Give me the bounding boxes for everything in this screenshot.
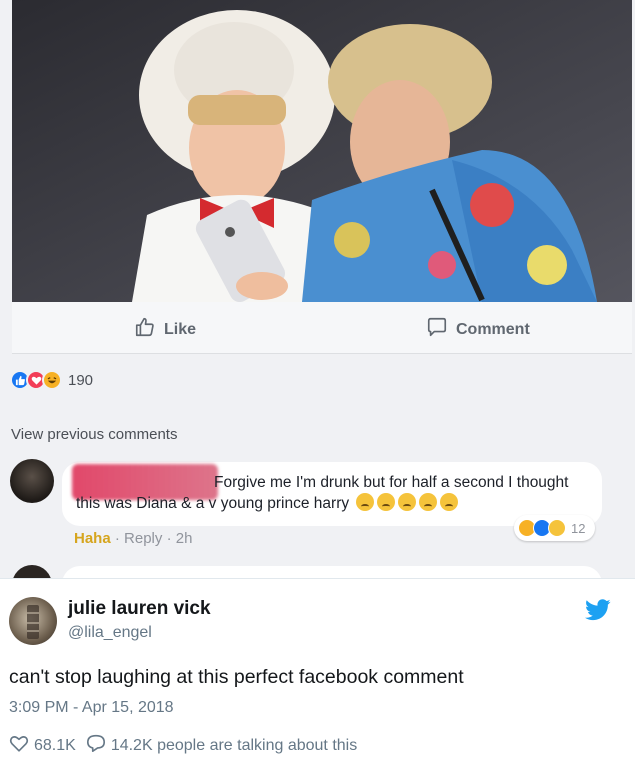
sad-emoji-icon [377, 493, 396, 511]
people-talking-text: 14.2K people are talking about this [110, 736, 358, 754]
comment-label: Comment [456, 320, 530, 338]
tweet-author-handle[interactable]: @lila_engel [68, 624, 152, 642]
view-previous-comments-link[interactable]: View previous comments [11, 426, 177, 443]
tweet-author-name[interactable]: julie lauren vick [68, 598, 211, 620]
tweet-card: julie lauren vick @lila_engel can't stop… [0, 578, 635, 769]
sad-emoji-icon [398, 493, 417, 511]
tweet-stats: 68.1K 14.2K people are talking about thi… [9, 734, 367, 757]
sad-reaction-icon [548, 519, 566, 537]
haha-reaction-link[interactable]: Haha [74, 530, 111, 547]
comment-timestamp[interactable]: 2h [176, 530, 193, 547]
comment-button[interactable]: Comment [426, 316, 530, 343]
avatar-illustration [27, 605, 39, 639]
sad-emoji-icon [356, 493, 375, 511]
reaction-count: 190 [68, 371, 94, 389]
post-photo[interactable] [12, 0, 632, 302]
comment-reactions[interactable]: 12 [514, 515, 596, 541]
tweet-reply-button[interactable]: 14.2K people are talking about this [86, 734, 357, 757]
comment-icon [426, 316, 448, 343]
reply-link[interactable]: Reply [124, 530, 162, 547]
like-count: 68.1K [34, 736, 76, 754]
post-action-bar: Like Comment [12, 302, 632, 354]
meta-separator: · [114, 530, 120, 547]
heart-icon [9, 734, 29, 757]
photo-illustration [12, 0, 632, 302]
comment-reaction-count: 12 [571, 520, 586, 536]
like-button[interactable]: Like [134, 316, 196, 343]
commenter-avatar[interactable] [10, 459, 54, 503]
facebook-post: Like Comment 190 View previous comments … [0, 0, 635, 606]
comment-meta: Haha · Reply · 2h [74, 530, 192, 547]
tweet-like-button[interactable]: 68.1K [9, 734, 76, 757]
tweet-timestamp[interactable]: 3:09 PM - Apr 15, 2018 [9, 699, 174, 717]
tweet-text: can't stop laughing at this perfect face… [9, 666, 464, 688]
tweet-avatar[interactable] [9, 597, 57, 645]
haha-reaction-icon [42, 370, 62, 390]
post-reactions[interactable]: 190 [10, 370, 93, 390]
meta-separator: · [166, 530, 172, 547]
sad-emoji-icon [419, 493, 438, 511]
reply-bubble-icon [86, 734, 106, 757]
sad-emoji-icon [440, 493, 459, 511]
thumbs-up-icon [134, 316, 156, 343]
like-label: Like [164, 320, 197, 338]
twitter-bird-icon[interactable] [585, 599, 611, 626]
